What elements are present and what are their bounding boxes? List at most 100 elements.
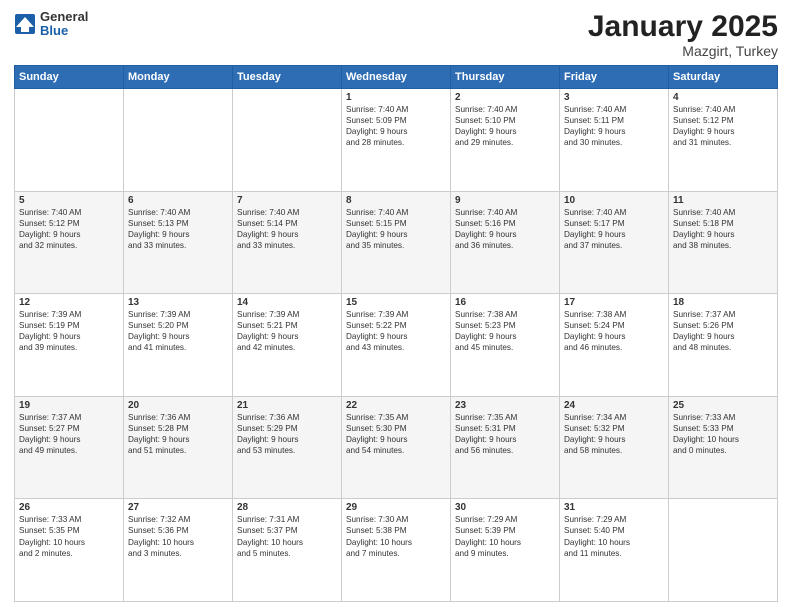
day-number: 7 [237, 195, 337, 206]
table-row: 27Sunrise: 7:32 AMSunset: 5:36 PMDayligh… [124, 499, 233, 602]
day-number: 28 [237, 502, 337, 513]
day-number: 8 [346, 195, 446, 206]
header: General Blue January 2025 Mazgirt, Turke… [14, 10, 778, 59]
table-row: 7Sunrise: 7:40 AMSunset: 5:14 PMDaylight… [233, 191, 342, 294]
day-number: 19 [19, 400, 119, 411]
table-row: 9Sunrise: 7:40 AMSunset: 5:16 PMDaylight… [451, 191, 560, 294]
cell-content: Sunrise: 7:40 AMSunset: 5:11 PMDaylight:… [564, 104, 664, 148]
day-number: 20 [128, 400, 228, 411]
cell-content: Sunrise: 7:40 AMSunset: 5:12 PMDaylight:… [19, 207, 119, 251]
day-number: 27 [128, 502, 228, 513]
calendar-header-row: Sunday Monday Tuesday Wednesday Thursday… [15, 66, 778, 89]
table-row: 8Sunrise: 7:40 AMSunset: 5:15 PMDaylight… [342, 191, 451, 294]
col-thursday: Thursday [451, 66, 560, 89]
cell-content: Sunrise: 7:40 AMSunset: 5:14 PMDaylight:… [237, 207, 337, 251]
day-number: 23 [455, 400, 555, 411]
calendar-table: Sunday Monday Tuesday Wednesday Thursday… [14, 65, 778, 602]
cell-content: Sunrise: 7:40 AMSunset: 5:18 PMDaylight:… [673, 207, 773, 251]
day-number: 16 [455, 297, 555, 308]
calendar-week-row: 12Sunrise: 7:39 AMSunset: 5:19 PMDayligh… [15, 294, 778, 397]
cell-content: Sunrise: 7:39 AMSunset: 5:21 PMDaylight:… [237, 309, 337, 353]
cell-content: Sunrise: 7:33 AMSunset: 5:35 PMDaylight:… [19, 514, 119, 558]
col-sunday: Sunday [15, 66, 124, 89]
day-number: 5 [19, 195, 119, 206]
cell-content: Sunrise: 7:38 AMSunset: 5:24 PMDaylight:… [564, 309, 664, 353]
calendar-week-row: 1Sunrise: 7:40 AMSunset: 5:09 PMDaylight… [15, 89, 778, 192]
table-row: 14Sunrise: 7:39 AMSunset: 5:21 PMDayligh… [233, 294, 342, 397]
table-row: 15Sunrise: 7:39 AMSunset: 5:22 PMDayligh… [342, 294, 451, 397]
table-row: 6Sunrise: 7:40 AMSunset: 5:13 PMDaylight… [124, 191, 233, 294]
day-number: 1 [346, 92, 446, 103]
col-saturday: Saturday [669, 66, 778, 89]
cell-content: Sunrise: 7:32 AMSunset: 5:36 PMDaylight:… [128, 514, 228, 558]
cell-content: Sunrise: 7:40 AMSunset: 5:17 PMDaylight:… [564, 207, 664, 251]
day-number: 17 [564, 297, 664, 308]
cell-content: Sunrise: 7:40 AMSunset: 5:10 PMDaylight:… [455, 104, 555, 148]
day-number: 22 [346, 400, 446, 411]
table-row: 30Sunrise: 7:29 AMSunset: 5:39 PMDayligh… [451, 499, 560, 602]
logo-text: General Blue [40, 10, 88, 39]
location-title: Mazgirt, Turkey [588, 43, 778, 59]
table-row: 19Sunrise: 7:37 AMSunset: 5:27 PMDayligh… [15, 396, 124, 499]
cell-content: Sunrise: 7:39 AMSunset: 5:22 PMDaylight:… [346, 309, 446, 353]
cell-content: Sunrise: 7:30 AMSunset: 5:38 PMDaylight:… [346, 514, 446, 558]
cell-content: Sunrise: 7:39 AMSunset: 5:19 PMDaylight:… [19, 309, 119, 353]
day-number: 15 [346, 297, 446, 308]
cell-content: Sunrise: 7:33 AMSunset: 5:33 PMDaylight:… [673, 412, 773, 456]
day-number: 14 [237, 297, 337, 308]
cell-content: Sunrise: 7:37 AMSunset: 5:26 PMDaylight:… [673, 309, 773, 353]
logo-general-text: General [40, 10, 88, 24]
table-row: 13Sunrise: 7:39 AMSunset: 5:20 PMDayligh… [124, 294, 233, 397]
logo-blue-text: Blue [40, 24, 88, 38]
cell-content: Sunrise: 7:39 AMSunset: 5:20 PMDaylight:… [128, 309, 228, 353]
table-row: 25Sunrise: 7:33 AMSunset: 5:33 PMDayligh… [669, 396, 778, 499]
col-friday: Friday [560, 66, 669, 89]
cell-content: Sunrise: 7:36 AMSunset: 5:29 PMDaylight:… [237, 412, 337, 456]
table-row: 21Sunrise: 7:36 AMSunset: 5:29 PMDayligh… [233, 396, 342, 499]
day-number: 6 [128, 195, 228, 206]
cell-content: Sunrise: 7:34 AMSunset: 5:32 PMDaylight:… [564, 412, 664, 456]
cell-content: Sunrise: 7:37 AMSunset: 5:27 PMDaylight:… [19, 412, 119, 456]
table-row: 4Sunrise: 7:40 AMSunset: 5:12 PMDaylight… [669, 89, 778, 192]
table-row: 18Sunrise: 7:37 AMSunset: 5:26 PMDayligh… [669, 294, 778, 397]
table-row: 17Sunrise: 7:38 AMSunset: 5:24 PMDayligh… [560, 294, 669, 397]
table-row [669, 499, 778, 602]
day-number: 25 [673, 400, 773, 411]
table-row: 31Sunrise: 7:29 AMSunset: 5:40 PMDayligh… [560, 499, 669, 602]
table-row: 29Sunrise: 7:30 AMSunset: 5:38 PMDayligh… [342, 499, 451, 602]
table-row: 22Sunrise: 7:35 AMSunset: 5:30 PMDayligh… [342, 396, 451, 499]
calendar-week-row: 26Sunrise: 7:33 AMSunset: 5:35 PMDayligh… [15, 499, 778, 602]
table-row: 12Sunrise: 7:39 AMSunset: 5:19 PMDayligh… [15, 294, 124, 397]
calendar-page: General Blue January 2025 Mazgirt, Turke… [0, 0, 792, 612]
cell-content: Sunrise: 7:40 AMSunset: 5:13 PMDaylight:… [128, 207, 228, 251]
cell-content: Sunrise: 7:40 AMSunset: 5:09 PMDaylight:… [346, 104, 446, 148]
day-number: 24 [564, 400, 664, 411]
table-row [124, 89, 233, 192]
day-number: 29 [346, 502, 446, 513]
day-number: 2 [455, 92, 555, 103]
table-row: 10Sunrise: 7:40 AMSunset: 5:17 PMDayligh… [560, 191, 669, 294]
cell-content: Sunrise: 7:40 AMSunset: 5:16 PMDaylight:… [455, 207, 555, 251]
table-row: 3Sunrise: 7:40 AMSunset: 5:11 PMDaylight… [560, 89, 669, 192]
cell-content: Sunrise: 7:36 AMSunset: 5:28 PMDaylight:… [128, 412, 228, 456]
table-row: 2Sunrise: 7:40 AMSunset: 5:10 PMDaylight… [451, 89, 560, 192]
day-number: 21 [237, 400, 337, 411]
cell-content: Sunrise: 7:31 AMSunset: 5:37 PMDaylight:… [237, 514, 337, 558]
table-row: 28Sunrise: 7:31 AMSunset: 5:37 PMDayligh… [233, 499, 342, 602]
cell-content: Sunrise: 7:40 AMSunset: 5:12 PMDaylight:… [673, 104, 773, 148]
day-number: 18 [673, 297, 773, 308]
calendar-week-row: 19Sunrise: 7:37 AMSunset: 5:27 PMDayligh… [15, 396, 778, 499]
col-wednesday: Wednesday [342, 66, 451, 89]
day-number: 9 [455, 195, 555, 206]
table-row [15, 89, 124, 192]
cell-content: Sunrise: 7:29 AMSunset: 5:40 PMDaylight:… [564, 514, 664, 558]
table-row: 5Sunrise: 7:40 AMSunset: 5:12 PMDaylight… [15, 191, 124, 294]
cell-content: Sunrise: 7:38 AMSunset: 5:23 PMDaylight:… [455, 309, 555, 353]
day-number: 10 [564, 195, 664, 206]
table-row [233, 89, 342, 192]
table-row: 23Sunrise: 7:35 AMSunset: 5:31 PMDayligh… [451, 396, 560, 499]
day-number: 4 [673, 92, 773, 103]
logo-icon [14, 13, 36, 35]
col-monday: Monday [124, 66, 233, 89]
cell-content: Sunrise: 7:40 AMSunset: 5:15 PMDaylight:… [346, 207, 446, 251]
